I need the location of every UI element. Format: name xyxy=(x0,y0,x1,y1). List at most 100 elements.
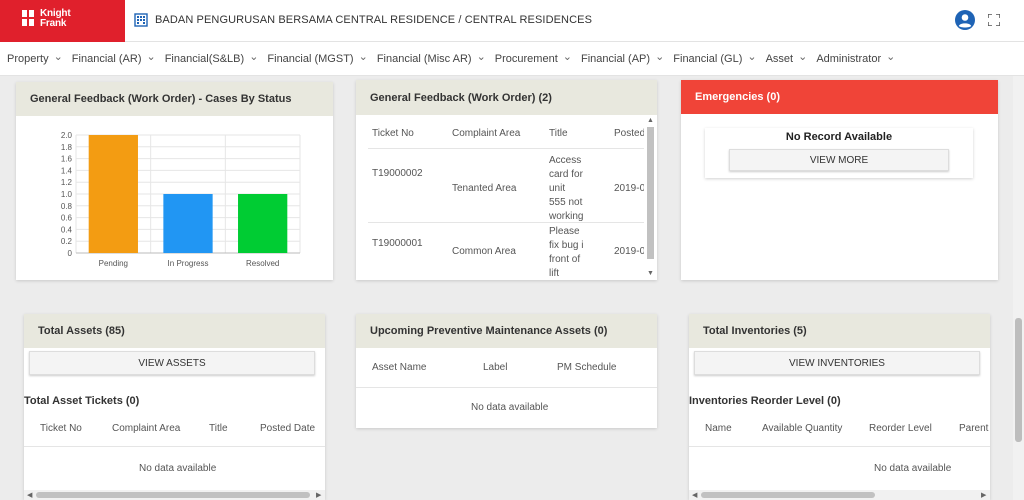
view-inventories-button[interactable]: VIEW INVENTORIES xyxy=(694,351,980,375)
menu-item-label: Financial (AP) xyxy=(580,53,651,65)
assets-col-posted[interactable]: Posted Date xyxy=(260,423,315,434)
main-menu: Property ⌄ Financial (AR) ⌄ Financial(S&LB) ⌄… xyxy=(0,42,1024,76)
x-tick-label: Resolved xyxy=(246,259,279,268)
user-account-icon[interactable] xyxy=(955,10,975,30)
scroll-right-icon[interactable]: ▶ xyxy=(981,491,986,499)
scroll-right-icon[interactable]: ▶ xyxy=(316,491,321,499)
chevron-down-icon: ⌄ xyxy=(747,50,757,63)
y-tick-label: 1.8 xyxy=(61,143,73,152)
total-assets-card: Total Assets (85) VIEW ASSETS Total Asse… xyxy=(24,314,325,500)
pm-assets-title: Upcoming Preventive Maintenance Assets (… xyxy=(356,314,657,348)
menu-item-procurement[interactable]: Procurement ⌄ xyxy=(495,50,572,66)
row1-title-line: 555 not xyxy=(549,197,583,208)
fullscreen-icon[interactable] xyxy=(988,14,1000,26)
inventories-title: Total Inventories (5) xyxy=(689,314,990,348)
x-tick-label: In Progress xyxy=(168,259,209,268)
row2-title: Please fix bug i front of lift xyxy=(549,225,583,280)
scroll-left-icon[interactable]: ◀ xyxy=(692,491,697,499)
page-scrollbar[interactable] xyxy=(1013,76,1024,500)
no-record-text: No Record Available xyxy=(785,131,893,143)
pm-assets-card: Upcoming Preventive Maintenance Assets (… xyxy=(356,314,657,428)
total-assets-title: Total Assets (85) xyxy=(24,314,325,348)
y-tick-label: 1.6 xyxy=(61,155,73,164)
chevron-down-icon: ⌄ xyxy=(476,50,486,63)
row2-title-line: front of xyxy=(549,254,581,265)
feedback-col-title[interactable]: Title xyxy=(549,128,568,139)
feedback-header-divider xyxy=(368,148,646,149)
menu-item-administrator[interactable]: Administrator ⌄ xyxy=(816,51,895,66)
inv-col-available[interactable]: Available Quantity xyxy=(762,423,842,434)
inv-hscroll[interactable]: ◀ ▶ xyxy=(689,490,990,500)
menu-item-financial-ap[interactable]: Financial (AP) ⌄ xyxy=(580,50,665,66)
chevron-down-icon: ⌄ xyxy=(655,50,665,63)
menu-item-label: Financial (MGST) xyxy=(267,53,354,65)
bar-pending xyxy=(88,135,138,253)
assets-header-divider xyxy=(24,446,325,447)
row1-title-line: unit xyxy=(549,183,566,194)
org-name: BADAN PENGURUSAN BERSAMA CENTRAL RESIDEN… xyxy=(155,14,593,26)
feedback-vscroll[interactable]: ▲ ▼ xyxy=(644,115,657,280)
assets-col-title[interactable]: Title xyxy=(209,423,228,434)
pm-col-schedule[interactable]: PM Schedule xyxy=(557,362,616,373)
menu-item-financial-ar[interactable]: Financial (AR) ⌄ xyxy=(72,50,156,66)
building-icon xyxy=(134,13,148,27)
feedback-row-divider xyxy=(368,222,646,223)
pm-col-label[interactable]: Label xyxy=(483,362,507,373)
assets-col-area[interactable]: Complaint Area xyxy=(112,423,180,434)
y-tick-label: 0.8 xyxy=(61,202,73,211)
inventories-card: Total Inventories (5) VIEW INVENTORIES I… xyxy=(689,314,990,500)
feedback-vscroll-thumb[interactable] xyxy=(647,127,654,259)
feedback-col-posted[interactable]: Posted xyxy=(614,128,645,139)
pm-col-asset-name[interactable]: Asset Name xyxy=(372,362,426,373)
inv-empty-text: No data available xyxy=(874,463,952,474)
asset-tickets-title: Total Asset Tickets (0) xyxy=(24,395,140,407)
row2-title-line: fix bug i xyxy=(549,240,584,251)
chevron-down-icon: ⌄ xyxy=(562,50,572,63)
menu-item-label: Financial(S&LB) xyxy=(164,53,245,65)
inv-hscroll-thumb[interactable] xyxy=(701,492,875,498)
feedback-card: General Feedback (Work Order) (2) Ticket… xyxy=(356,80,657,280)
y-tick-label: 0.4 xyxy=(61,225,73,234)
menu-item-financial-gl[interactable]: Financial (GL) ⌄ xyxy=(673,50,757,66)
page-scrollbar-thumb[interactable] xyxy=(1015,318,1022,442)
inv-col-reorder[interactable]: Reorder Level xyxy=(869,423,932,434)
feedback-col-area[interactable]: Complaint Area xyxy=(452,128,520,139)
emergencies-title: Emergencies (0) xyxy=(681,80,998,114)
menu-item-label: Property xyxy=(7,53,49,65)
row2-area: Common Area xyxy=(452,246,516,257)
assets-col-ticket[interactable]: Ticket No xyxy=(40,423,82,434)
inv-col-parent[interactable]: Parent xyxy=(959,423,988,434)
y-tick-label: 0.2 xyxy=(61,237,73,246)
x-tick-label: Pending xyxy=(99,259,128,268)
menu-item-label: Asset xyxy=(765,53,794,65)
assets-hscroll[interactable]: ◀ ▶ xyxy=(24,490,325,500)
reorder-level-title: Inventories Reorder Level (0) xyxy=(689,395,841,407)
bar-in-progress xyxy=(163,194,213,253)
brand-logo[interactable]: Knight Frank xyxy=(0,0,125,42)
y-tick-label: 1.0 xyxy=(61,190,73,199)
row2-title-line: lift xyxy=(549,268,559,279)
menu-item-financial-s-lb[interactable]: Financial(S&LB) ⌄ xyxy=(164,51,259,66)
assets-empty-text: No data available xyxy=(139,463,217,474)
inv-col-name[interactable]: Name xyxy=(705,423,732,434)
feedback-card-title: General Feedback (Work Order) (2) xyxy=(356,80,657,115)
brand-text: Knight Frank xyxy=(40,9,71,29)
chevron-down-icon: ⌄ xyxy=(53,50,63,63)
inv-header-divider xyxy=(689,446,990,447)
menu-item-asset[interactable]: Asset ⌄ xyxy=(765,51,808,66)
scroll-up-icon[interactable]: ▲ xyxy=(647,117,654,124)
feedback-col-ticket[interactable]: Ticket No xyxy=(372,128,414,139)
view-assets-button[interactable]: VIEW ASSETS xyxy=(29,351,315,375)
y-tick-label: 2.0 xyxy=(61,131,73,140)
scroll-left-icon[interactable]: ◀ xyxy=(27,491,32,499)
cases-by-status-chart: 0 0.2 0.4 0.6 0.8 1.0 1.2 1.4 1.6 1.8 2.0 Pending In… xyxy=(61,131,301,268)
scroll-down-icon[interactable]: ▼ xyxy=(647,270,654,277)
chevron-down-icon: ⌄ xyxy=(358,50,368,63)
menu-item-financial-mgst[interactable]: Financial (MGST) ⌄ xyxy=(267,50,368,66)
view-more-button[interactable]: VIEW MORE xyxy=(729,149,949,171)
menu-item-property[interactable]: Property ⌄ xyxy=(7,50,63,66)
chevron-down-icon: ⌄ xyxy=(146,50,156,63)
menu-item-financial-misc-ar[interactable]: Financial (Misc AR) ⌄ xyxy=(377,50,486,66)
row1-title-line: Access xyxy=(549,155,582,166)
assets-hscroll-thumb[interactable] xyxy=(36,492,310,498)
